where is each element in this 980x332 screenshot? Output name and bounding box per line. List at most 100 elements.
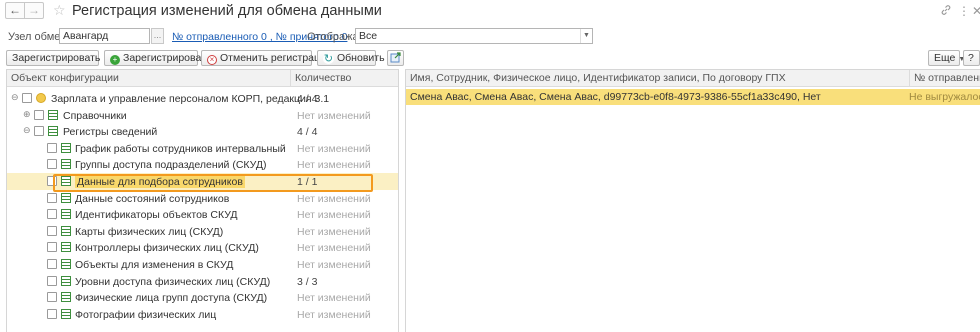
tree-row-label: Группы доступа подразделений (СКУД) <box>75 159 267 171</box>
tree-row-count: Нет изменений <box>297 292 371 304</box>
table-icon <box>61 226 71 236</box>
tree-row-count: Нет изменений <box>297 226 371 238</box>
checkbox[interactable] <box>22 93 32 103</box>
node-select-button[interactable]: ... <box>151 28 164 44</box>
table-icon <box>61 159 71 169</box>
tree-row[interactable]: ⊖ Зарплата и управление персоналом КОРП, … <box>7 90 398 107</box>
tree-row-label: Идентификаторы объектов СКУД <box>75 209 238 221</box>
column-header-object[interactable]: Объект конфигурации <box>7 70 290 87</box>
checkbox[interactable] <box>47 193 57 203</box>
tree-row[interactable]: Объекты для изменения в СКУД Нет изменени… <box>7 256 398 273</box>
tree-row-count: Нет изменений <box>297 159 371 171</box>
focused-row-outline <box>53 174 373 192</box>
record-cell: Смена Авас, Смена Авас, Смена Авас, d997… <box>410 91 821 103</box>
tree-row[interactable]: ⊕ Справочники Нет изменений <box>7 107 398 124</box>
tree-row-count: 3 / 3 <box>297 276 318 288</box>
tree-row-label: Справочники <box>63 110 127 122</box>
link-icon[interactable] <box>940 4 952 19</box>
tree-row-label: Данные состояний сотрудников <box>75 193 230 205</box>
collapse-icon[interactable]: ⊖ <box>23 125 31 136</box>
tree-row-label: Физические лица групп доступа (СКУД) <box>75 292 268 304</box>
display-select[interactable]: Все ▼ <box>355 28 593 44</box>
table-icon <box>61 242 71 252</box>
tree-row-count: Нет изменений <box>297 259 371 271</box>
register-button[interactable]: +Зарегистрировать▼ <box>104 50 221 66</box>
table-icon <box>61 209 71 219</box>
column-header-sent-number[interactable]: № отправленного <box>909 70 980 87</box>
checkbox[interactable] <box>47 292 57 302</box>
tree-row[interactable]: Физические лица групп доступа (СКУД) Нет … <box>7 289 398 306</box>
tree-row-count: 4 / 4 <box>297 93 318 105</box>
more-button[interactable]: Еще ▼ <box>928 50 965 66</box>
table-icon <box>61 143 71 153</box>
table-icon <box>61 309 71 319</box>
checkbox[interactable] <box>47 309 57 319</box>
cancel-registration-button[interactable]: ×Отменить регистрацию▼ <box>201 50 344 66</box>
favorite-star-icon[interactable]: ☆ <box>53 2 66 19</box>
tree-row-label: График работы сотрудников интервальный <box>75 143 286 155</box>
tree-row-label: Регистры сведений <box>63 126 158 138</box>
tree-row-label: Зарплата и управление персоналом КОРП, р… <box>51 93 330 105</box>
refresh-button[interactable]: ↻ Обновить <box>317 50 385 66</box>
checkbox[interactable] <box>47 159 57 169</box>
checkbox[interactable] <box>47 143 57 153</box>
cancel-icon: × <box>207 55 217 65</box>
checkbox[interactable] <box>47 242 57 252</box>
table-row[interactable]: Смена Авас, Смена Авас, Смена Авас, d997… <box>406 89 980 105</box>
back-button[interactable]: ← <box>5 2 25 19</box>
tree-row-count: 4 / 4 <box>297 126 318 138</box>
title-bar: ← → ☆ Регистрация изменений для обмена д… <box>0 0 980 22</box>
register-label: Зарегистрировать <box>123 52 212 64</box>
node-field[interactable]: Авангард <box>59 28 150 44</box>
plus-icon: + <box>110 55 120 65</box>
expand-icon[interactable]: ⊕ <box>23 109 31 120</box>
tree-row[interactable]: График работы сотрудников интервальный Не… <box>7 140 398 157</box>
collapse-icon[interactable]: ⊖ <box>11 92 19 103</box>
checkbox[interactable] <box>47 276 57 286</box>
checkbox[interactable] <box>34 126 44 136</box>
display-value: Все <box>359 30 378 42</box>
refresh-label: Обновить <box>337 52 385 64</box>
tree-row[interactable]: ⊖ Регистры сведений 4 / 4 <box>7 123 398 140</box>
tree-row-count: Нет изменений <box>297 143 371 155</box>
configuration-icon <box>36 93 46 103</box>
column-header-count[interactable]: Количество <box>290 70 398 87</box>
checkbox[interactable] <box>47 209 57 219</box>
export-icon <box>390 52 401 63</box>
table-icon <box>61 193 71 203</box>
tree-row-count: Нет изменений <box>297 309 371 321</box>
chevron-down-icon[interactable]: ▼ <box>580 29 592 43</box>
tree-row-count: Нет изменений <box>297 242 371 254</box>
more-label: Еще <box>934 52 956 64</box>
tree-row[interactable]: Карты физических лиц (СКУД) Нет изменений <box>7 223 398 240</box>
checkbox[interactable] <box>47 259 57 269</box>
refresh-icon: ↻ <box>323 53 334 65</box>
tree-row-label: Уровни доступа физических лиц (СКУД) <box>75 276 271 288</box>
register-kd-button[interactable]: Зарегистрировать КД <box>6 50 117 66</box>
help-button[interactable]: ? <box>963 50 980 66</box>
tree-row[interactable]: Уровни доступа физических лиц (СКУД) 3 / … <box>7 273 398 290</box>
records-table: Имя, Сотрудник, Физическое лицо, Идентиф… <box>405 69 980 332</box>
more-menu-icon[interactable]: ⋮ <box>958 4 970 18</box>
tree-row[interactable]: Фотографии физических лиц Нет изменений <box>7 306 398 323</box>
tree-row-count: Нет изменений <box>297 193 371 205</box>
table-icon <box>61 276 71 286</box>
table-icon <box>61 292 71 302</box>
checkbox[interactable] <box>47 226 57 236</box>
config-objects-table: Объект конфигурации Количество ⊖ Зарплата… <box>6 69 399 332</box>
status-cell: Не выгружалось <box>909 91 980 103</box>
close-icon[interactable]: ✕ <box>972 4 980 18</box>
tree-row-count: Нет изменений <box>297 110 371 122</box>
page-title: Регистрация изменений для обмена данными <box>72 3 382 19</box>
column-header-record[interactable]: Имя, Сотрудник, Физическое лицо, Идентиф… <box>406 70 909 87</box>
tree-row[interactable]: Контроллеры физических лиц (СКУД) Нет изм… <box>7 239 398 256</box>
export-icon-button[interactable] <box>387 50 404 66</box>
tree-row[interactable]: Группы доступа подразделений (СКУД) Нет и… <box>7 156 398 173</box>
checkbox[interactable] <box>34 110 44 120</box>
tree-row-label: Объекты для изменения в СКУД <box>75 259 234 271</box>
tree-row[interactable]: Данные состояний сотрудников Нет изменени… <box>7 190 398 207</box>
tree-row-label: Карты физических лиц (СКУД) <box>75 226 224 238</box>
forward-button[interactable]: → <box>24 2 44 19</box>
tree-row-label: Фотографии физических лиц <box>75 309 217 321</box>
tree-row[interactable]: Идентификаторы объектов СКУД Нет изменени… <box>7 206 398 223</box>
